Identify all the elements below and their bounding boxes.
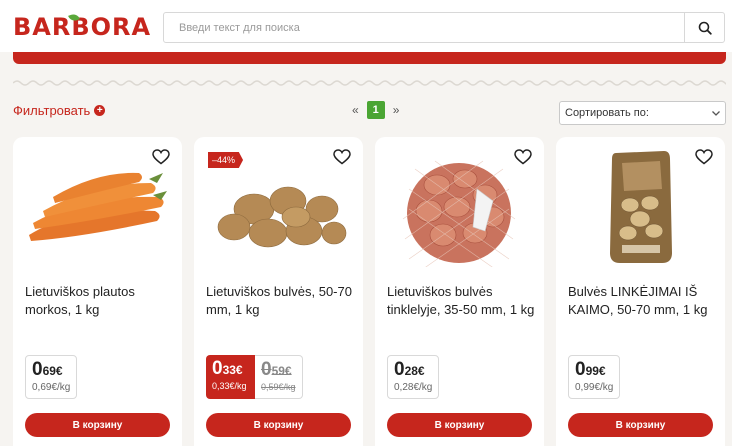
pagination-next[interactable]: »	[389, 103, 404, 117]
product-card[interactable]: –44% Lietuviškos bulvės, 50-70 mm, 1 kg …	[194, 137, 363, 446]
product-title[interactable]: Bulvės LINKĖJIMAI IŠ KAIMO, 50-70 mm, 1 …	[568, 283, 716, 319]
logo-text: BARBORA	[13, 13, 152, 41]
filter-button[interactable]: Фильтровать +	[13, 103, 106, 118]
sort-select[interactable]: Сортировать по:	[559, 101, 726, 125]
header-red-band	[13, 52, 726, 64]
plus-icon: +	[94, 105, 106, 116]
search-icon	[698, 21, 712, 35]
price-value: 069€	[32, 359, 63, 380]
pagination: « 1 »	[348, 101, 403, 119]
pagination-page-current[interactable]: 1	[366, 101, 385, 119]
price-value: 028€	[394, 359, 425, 380]
old-price-value: 059€	[261, 359, 292, 380]
price-box: 099€ 0,99€/kg	[568, 355, 621, 399]
potato-bag-image	[610, 151, 672, 263]
price-box: 028€ 0,28€/kg	[387, 355, 440, 399]
product-card[interactable]: Lietuviškos bulvės tinklelyje, 35-50 mm,…	[375, 137, 544, 446]
heart-icon[interactable]	[514, 149, 532, 165]
unit-price: 0,69€/kg	[32, 382, 71, 393]
old-price-box: 059€ 0,59€/kg	[255, 355, 303, 399]
sort-label: Сортировать по:	[565, 107, 649, 119]
heart-icon[interactable]	[152, 149, 170, 165]
price-box: 069€ 0,69€/kg	[25, 355, 78, 399]
potatoes-net-bag-image	[402, 160, 516, 267]
header: BARBORA	[0, 0, 732, 52]
pagination-prev[interactable]: «	[348, 103, 363, 117]
search-button[interactable]	[684, 13, 724, 42]
filter-label: Фильтровать	[13, 103, 91, 118]
search-box	[163, 12, 725, 43]
wave-divider	[13, 80, 726, 86]
unit-price: 0,28€/kg	[394, 382, 433, 393]
search-input[interactable]	[164, 13, 684, 42]
carrots-image	[29, 172, 167, 241]
heart-icon[interactable]	[333, 149, 351, 165]
price-value: 033€	[212, 358, 243, 379]
add-to-cart-button[interactable]: В корзину	[387, 413, 532, 437]
old-unit-price: 0,59€/kg	[261, 382, 296, 392]
price-value: 099€	[575, 359, 606, 380]
product-card[interactable]: Bulvės LINKĖJIMAI IŠ KAIMO, 50-70 mm, 1 …	[556, 137, 725, 446]
unit-price: 0,33€/kg	[212, 381, 247, 391]
product-title[interactable]: Lietuviškos bulvės, 50-70 mm, 1 kg	[206, 283, 354, 319]
product-title[interactable]: Lietuviškos plautos morkos, 1 kg	[25, 283, 173, 319]
add-to-cart-button[interactable]: В корзину	[25, 413, 170, 437]
product-card[interactable]: Lietuviškos plautos morkos, 1 kg 069€ 0,…	[13, 137, 182, 446]
add-to-cart-button[interactable]: В корзину	[568, 413, 713, 437]
add-to-cart-button[interactable]: В корзину	[206, 413, 351, 437]
unit-price: 0,99€/kg	[575, 382, 614, 393]
sale-price-box: 033€ 0,33€/kg	[206, 355, 255, 399]
heart-icon[interactable]	[695, 149, 713, 165]
product-title[interactable]: Lietuviškos bulvės tinklelyje, 35-50 mm,…	[387, 283, 535, 319]
chevron-down-icon	[712, 111, 720, 116]
barbora-logo[interactable]: BARBORA	[13, 10, 151, 44]
discount-badge: –44%	[208, 152, 244, 168]
